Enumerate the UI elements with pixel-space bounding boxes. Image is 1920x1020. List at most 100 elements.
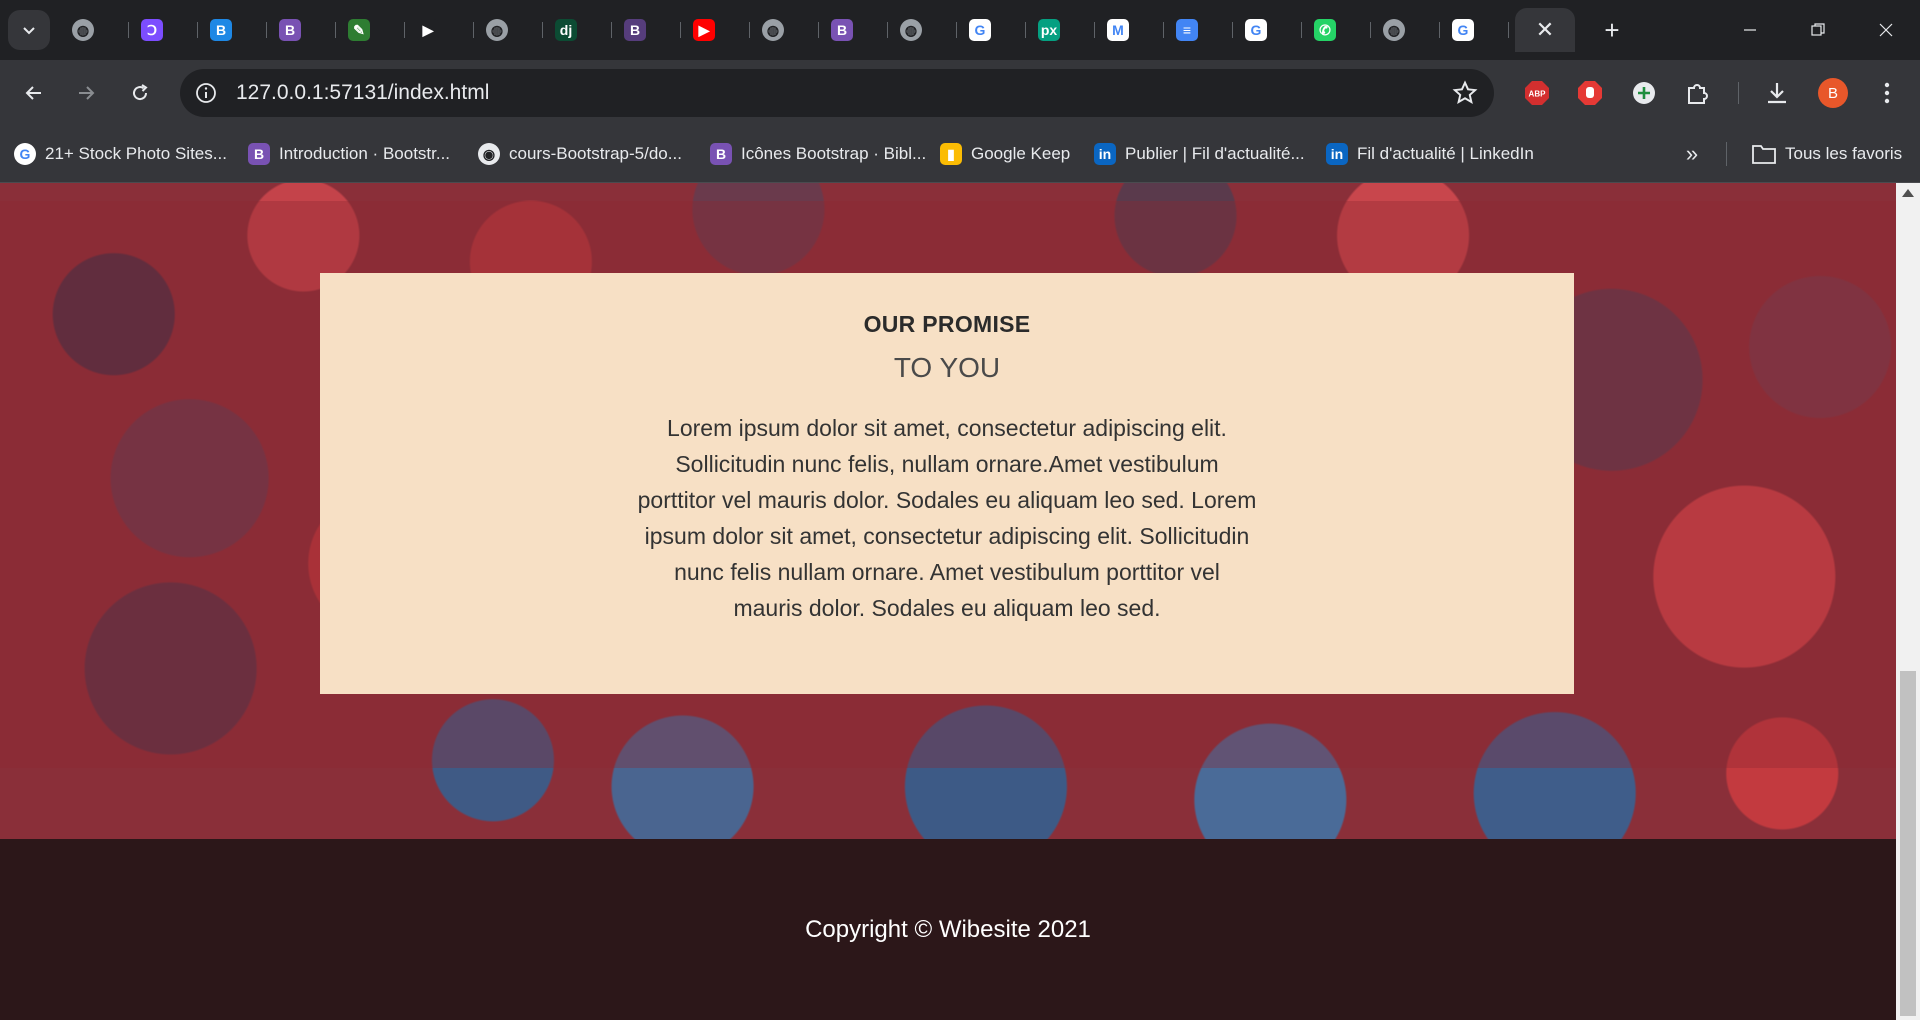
play-icon: ▶ [417, 19, 439, 41]
google-icon: G [969, 19, 991, 41]
browser-tab[interactable]: ✆ [1302, 8, 1371, 52]
browser-tab[interactable]: G [1440, 8, 1509, 52]
youtube-icon: ▶ [693, 19, 715, 41]
back-button[interactable] [14, 73, 54, 113]
bookmark-item[interactable]: B Introduction · Bootstr... [248, 126, 450, 182]
promise-subheading: TO YOU [893, 352, 1001, 383]
adblock-icon: ABP [1525, 81, 1549, 105]
more-vertical-icon [1884, 82, 1890, 104]
close-window-button[interactable] [1852, 0, 1920, 60]
profile-avatar[interactable]: B [1818, 78, 1848, 108]
bookmark-label: Fil d'actualité | LinkedIn [1357, 144, 1534, 163]
page-scrollbar[interactable] [1896, 183, 1920, 1020]
bookmark-label: Google Keep [971, 144, 1071, 163]
reload-button[interactable] [120, 73, 160, 113]
browser-tab[interactable]: B [198, 8, 267, 52]
folder-icon [1752, 145, 1776, 164]
plus-circle-icon [1633, 82, 1655, 104]
browser-tab[interactable]: px [1026, 8, 1095, 52]
bookmark-star-icon[interactable] [1452, 80, 1478, 106]
browser-tab[interactable]: ◍ [1371, 8, 1440, 52]
extensions-button[interactable] [1680, 76, 1714, 110]
restore-icon [1811, 23, 1825, 36]
globe-icon: ◍ [762, 19, 784, 41]
globe-icon: ◍ [900, 19, 922, 41]
bookmark-item[interactable]: in Fil d'actualité | LinkedIn [1326, 126, 1534, 182]
browser-tab[interactable]: ✎ [336, 8, 405, 52]
promise-heading: OUR PROMISE [863, 311, 1031, 337]
toolbar-separator [1738, 82, 1739, 104]
google-icon: G [14, 143, 36, 165]
scroll-thumb[interactable] [1900, 671, 1916, 1016]
all-bookmarks-folder[interactable]: Tous les favoris [1752, 126, 1902, 182]
bookmarks-separator [1726, 142, 1727, 166]
chevron-down-icon [23, 27, 35, 35]
bookmark-item[interactable]: B Icônes Bootstrap · Bibl... [710, 126, 926, 182]
pexels-icon: px [1038, 19, 1060, 41]
download-icon [1768, 83, 1786, 104]
browser-tab[interactable]: ◍ [750, 8, 819, 52]
browser-tab[interactable]: ≡ [1164, 8, 1233, 52]
google-icon: G [1245, 19, 1267, 41]
bookmark-item[interactable]: ▮ Google Keep [940, 126, 1070, 182]
downloads-button[interactable] [1760, 76, 1794, 110]
bookmark-label: 21+ Stock Photo Sites... [45, 144, 227, 163]
browser-tab[interactable]: ◍ [888, 8, 957, 52]
browser-tab[interactable]: Ↄ [129, 8, 198, 52]
promise-card: OUR PROMISE TO YOU Lorem ipsum dolor sit… [320, 273, 1574, 694]
browser-tab[interactable]: G [957, 8, 1026, 52]
globe-icon: ◍ [72, 19, 94, 41]
browser-tab[interactable]: ◍ [60, 8, 129, 52]
bookmark-label: Introduction · Bootstr... [279, 144, 451, 163]
google-icon: G [1452, 19, 1474, 41]
bootstrap-icon: B [831, 19, 853, 41]
globe-icon: ◍ [1383, 19, 1405, 41]
keep-icon: ▮ [940, 143, 962, 165]
bookmark-item[interactable]: in Publier | Fil d'actualité... [1094, 126, 1305, 182]
url-text[interactable]: 127.0.0.1:57131/index.html [236, 69, 489, 117]
close-tab-icon[interactable]: ✕ [1536, 17, 1554, 43]
browser-tab[interactable]: ▶ [405, 8, 474, 52]
restore-button[interactable] [1784, 0, 1852, 60]
browser-tab[interactable]: B [612, 8, 681, 52]
minimize-icon [1744, 29, 1756, 31]
copyright-text: Copyright © Wibesite 2021 [805, 915, 1091, 943]
new-tab-button[interactable]: + [1596, 14, 1628, 46]
pen-icon: ✎ [348, 19, 370, 41]
active-tab[interactable]: ✕ [1515, 8, 1575, 52]
address-bar[interactable]: 127.0.0.1:57131/index.html [180, 69, 1494, 117]
arrow-left-icon [25, 86, 41, 100]
hand-extension-button[interactable] [1573, 76, 1607, 110]
bookmark-label: cours-Bootstrap-5/do... [509, 144, 682, 163]
forward-button[interactable] [66, 73, 106, 113]
linkedin-icon: in [1326, 143, 1348, 165]
tab-strip: ◍ Ↄ B B ✎ ▶ ◍ dj B ▶ ◍ B ◍ Gpx M ≡ G ✆ ◍ G ✕ + [0, 0, 1920, 60]
bootstrap-icon: B [710, 143, 732, 165]
info-icon[interactable] [194, 81, 218, 105]
browser-tab[interactable]: B [267, 8, 336, 52]
stop-hand-icon [1578, 81, 1602, 105]
more-bookmarks-button[interactable]: » [1676, 140, 1708, 168]
adblock-extension-button[interactable]: ABP [1520, 76, 1554, 110]
browser-tab[interactable]: B [819, 8, 888, 52]
bookmark-item[interactable]: ◉ cours-Bootstrap-5/do... [478, 126, 682, 182]
browser-tab[interactable]: ▶ [681, 8, 750, 52]
add-extension-button[interactable] [1627, 76, 1661, 110]
minimize-button[interactable] [1716, 0, 1784, 60]
browser-tab[interactable]: dj [543, 8, 612, 52]
tab-search-button[interactable] [8, 10, 50, 50]
browser-tab[interactable]: ◍ [474, 8, 543, 52]
browser-tab[interactable]: G [1233, 8, 1302, 52]
bookmarks-bar: » Tous les favoris G 21+ Stock Photo Site… [0, 126, 1920, 183]
menu-button[interactable] [1870, 76, 1904, 110]
scroll-up-arrow[interactable] [1902, 189, 1914, 197]
bootstrap-icon: B [248, 143, 270, 165]
footer: Copyright © Wibesite 2021 [0, 839, 1896, 1020]
bookmark-label: Publier | Fil d'actualité... [1125, 144, 1305, 163]
tab-list: ◍ Ↄ B B ✎ ▶ ◍ dj B ▶ ◍ B ◍ Gpx M ≡ G ✆ ◍ G ✕ [60, 8, 1575, 52]
bootstrap-icon: B [210, 19, 232, 41]
puzzle-icon [1688, 84, 1708, 104]
whatsapp-icon: ✆ [1314, 19, 1336, 41]
browser-tab[interactable]: M [1095, 8, 1164, 52]
bookmark-item[interactable]: G 21+ Stock Photo Sites... [14, 126, 227, 182]
